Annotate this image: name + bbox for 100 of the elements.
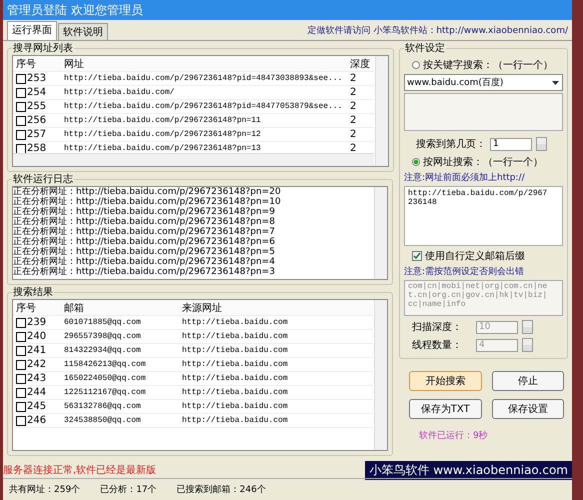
vertical-scrollbar[interactable]	[374, 300, 387, 450]
column-header[interactable]: 序号	[13, 56, 64, 70]
table-cell-text: 2	[350, 129, 358, 140]
tab[interactable]: 运行界面	[7, 21, 57, 40]
table-cell: 256	[27, 115, 46, 126]
table-cell-text: http://tieba.baidu.com/	[64, 88, 176, 97]
table-cell-text: http://tieba.baidu.com	[182, 318, 289, 327]
horizontal-scrollbar[interactable]	[13, 153, 374, 166]
table-cell: 255	[27, 101, 46, 112]
table-cell: 245	[27, 401, 46, 412]
log-line: 正在分析网址：http://tieba.baidu.com/p/2967236148?pn=7	[13, 227, 276, 237]
url-input[interactable]: http://tieba.baidu.com/p/2967236148	[404, 186, 563, 246]
window-title: 管理员登陆 欢迎您管理员	[3, 0, 572, 20]
table-cell-text: http://tieba.baidu.com	[182, 402, 289, 411]
table-cell: 244	[27, 387, 46, 398]
keyword-input[interactable]	[404, 93, 563, 131]
server-status: 服务器连接正常,软件已经是最新版	[3, 464, 156, 477]
row-checkbox[interactable]	[16, 374, 26, 384]
table-cell-text: 2	[350, 73, 358, 84]
table-cell-text: 601071885@qq.com	[64, 318, 142, 327]
tab[interactable]: 软件说明	[58, 23, 108, 40]
pages-input[interactable]: 1	[490, 138, 532, 150]
table-cell-text: http://tieba.baidu.com/p/2967236148?pid=48477053879&see...	[64, 102, 344, 111]
runtime-text: 软件已运行：9秒	[419, 430, 489, 442]
row-checkbox[interactable]	[16, 388, 26, 398]
radio-button[interactable]	[412, 61, 420, 69]
action-button[interactable]: 开始搜索	[409, 371, 482, 391]
row-checkbox[interactable]	[16, 130, 26, 140]
row-checkbox[interactable]	[16, 116, 26, 126]
table-cell: 246	[27, 415, 46, 426]
table-cell-text: 1650224050@qq.com	[64, 374, 147, 383]
note-text: 注意:网址前面必须加上http://	[404, 172, 526, 184]
table-cell-text: 296557398@qq.com	[64, 332, 142, 341]
checkbox[interactable]	[412, 251, 422, 261]
row-checkbox[interactable]	[16, 402, 26, 412]
table-cell-text: http://tieba.baidu.com/p/2967236148?pid=48473038893&see...	[64, 74, 344, 83]
status-text: 已分析：17个	[100, 484, 157, 496]
radio-label: 按网址搜索：（一行一个）	[423, 156, 543, 169]
table-cell-text: 2	[350, 87, 358, 98]
field-label: 线程数量：	[412, 338, 463, 352]
log-line: 正在分析网址：http://tieba.baidu.com/p/2967236148?pn=10	[13, 197, 282, 207]
row-checkbox[interactable]	[16, 416, 26, 426]
table-cell-text: http://tieba.baidu.com/p/2967236148?pn=13	[64, 144, 262, 153]
table-cell: 242	[27, 359, 46, 370]
log-line: 正在分析网址：http://tieba.baidu.com/p/2967236148?pn=5	[13, 247, 276, 257]
column-header[interactable]: 邮箱	[64, 300, 182, 314]
column-header[interactable]: 序号	[13, 300, 64, 314]
table-cell-text: http://tieba.baidu.com	[182, 346, 289, 355]
log-line: 正在分析网址：http://tieba.baidu.com/p/2967236148?pn=9	[13, 207, 276, 217]
table-cell-text: 563132786@qq.com	[64, 402, 142, 411]
checkbox-label: 使用自行定义邮箱后缀	[425, 250, 525, 263]
table-cell: 239	[27, 317, 46, 328]
action-button[interactable]: 保存为TXT	[409, 399, 482, 419]
table-cell-text: http://tieba.baidu.com/p/2967236148?pn=12	[64, 130, 262, 139]
group-title: 搜索结果	[12, 286, 54, 299]
status-text: 已搜索到邮箱：246个	[176, 484, 266, 496]
table-cell-text: 1225112167@qq.com	[64, 388, 147, 397]
row-checkbox[interactable]	[16, 102, 26, 112]
table-cell: 243	[27, 373, 46, 384]
log-line: 正在分析网址：http://tieba.baidu.com/p/2967236148?pn=3	[13, 267, 276, 277]
group-title: 软件运行日志	[12, 172, 74, 186]
table-cell: 241	[27, 345, 46, 356]
row-checkbox[interactable]	[16, 360, 26, 370]
action-button[interactable]: 停止	[492, 371, 564, 391]
table-cell-text: http://tieba.baidu.com	[182, 360, 289, 369]
table-cell-text: 2	[350, 143, 358, 154]
table-cell-text: 2	[350, 101, 358, 112]
table-cell-text: http://tieba.baidu.com	[182, 374, 289, 383]
table-cell-text: 2	[350, 115, 358, 126]
table-cell: 254	[27, 87, 46, 98]
row-checkbox[interactable]	[16, 88, 26, 98]
group-title: 搜寻网址列表	[12, 42, 74, 55]
log-line: 正在分析网址：http://tieba.baidu.com/p/2967236148?pn=4	[13, 257, 276, 267]
column-header[interactable]: 深度	[350, 56, 374, 70]
engine-dropdown[interactable]: www.baidu.com(百度)	[404, 74, 563, 91]
row-checkbox[interactable]	[16, 318, 26, 328]
action-button[interactable]: 保存设置	[492, 399, 564, 419]
dropdown-arrow-icon[interactable]	[551, 78, 560, 87]
row-checkbox[interactable]	[16, 346, 26, 356]
table-cell: 253	[27, 73, 46, 84]
note-text: 注意:需按范例设定否则会出错	[404, 266, 526, 278]
table-cell-text: http://tieba.baidu.com	[182, 388, 289, 397]
radio-button[interactable]	[412, 158, 420, 166]
banner-link[interactable]: 小笨鸟软件 www.xiaobenniao.com	[365, 460, 572, 480]
row-checkbox[interactable]	[16, 74, 26, 84]
website-link[interactable]: 定做软件请访问 小笨鸟软件站：http://www.xiaobenniao.com/	[307, 24, 568, 40]
row-checkbox[interactable]	[16, 332, 26, 342]
table-cell-text: 814322934@qq.com	[64, 346, 142, 355]
column-header[interactable]: 来源网址	[182, 300, 342, 314]
field-label: 扫描深度：	[412, 320, 463, 334]
table-cell: 258	[27, 143, 46, 154]
log-line: 正在分析网址：http://tieba.baidu.com/p/2967236148?pn=6	[13, 237, 276, 247]
vertical-scrollbar[interactable]	[375, 56, 388, 166]
vertical-scrollbar[interactable]	[374, 187, 387, 279]
group-title: 软件设定	[404, 42, 446, 55]
column-header[interactable]: 网址	[64, 56, 350, 70]
status-text: 共有网址：259个	[9, 484, 80, 496]
table-cell-text: http://tieba.baidu.com	[182, 332, 289, 341]
radio-label: 按关键字搜索：（一行一个）	[423, 58, 553, 72]
table-cell-text: http://tieba.baidu.com	[182, 416, 289, 425]
